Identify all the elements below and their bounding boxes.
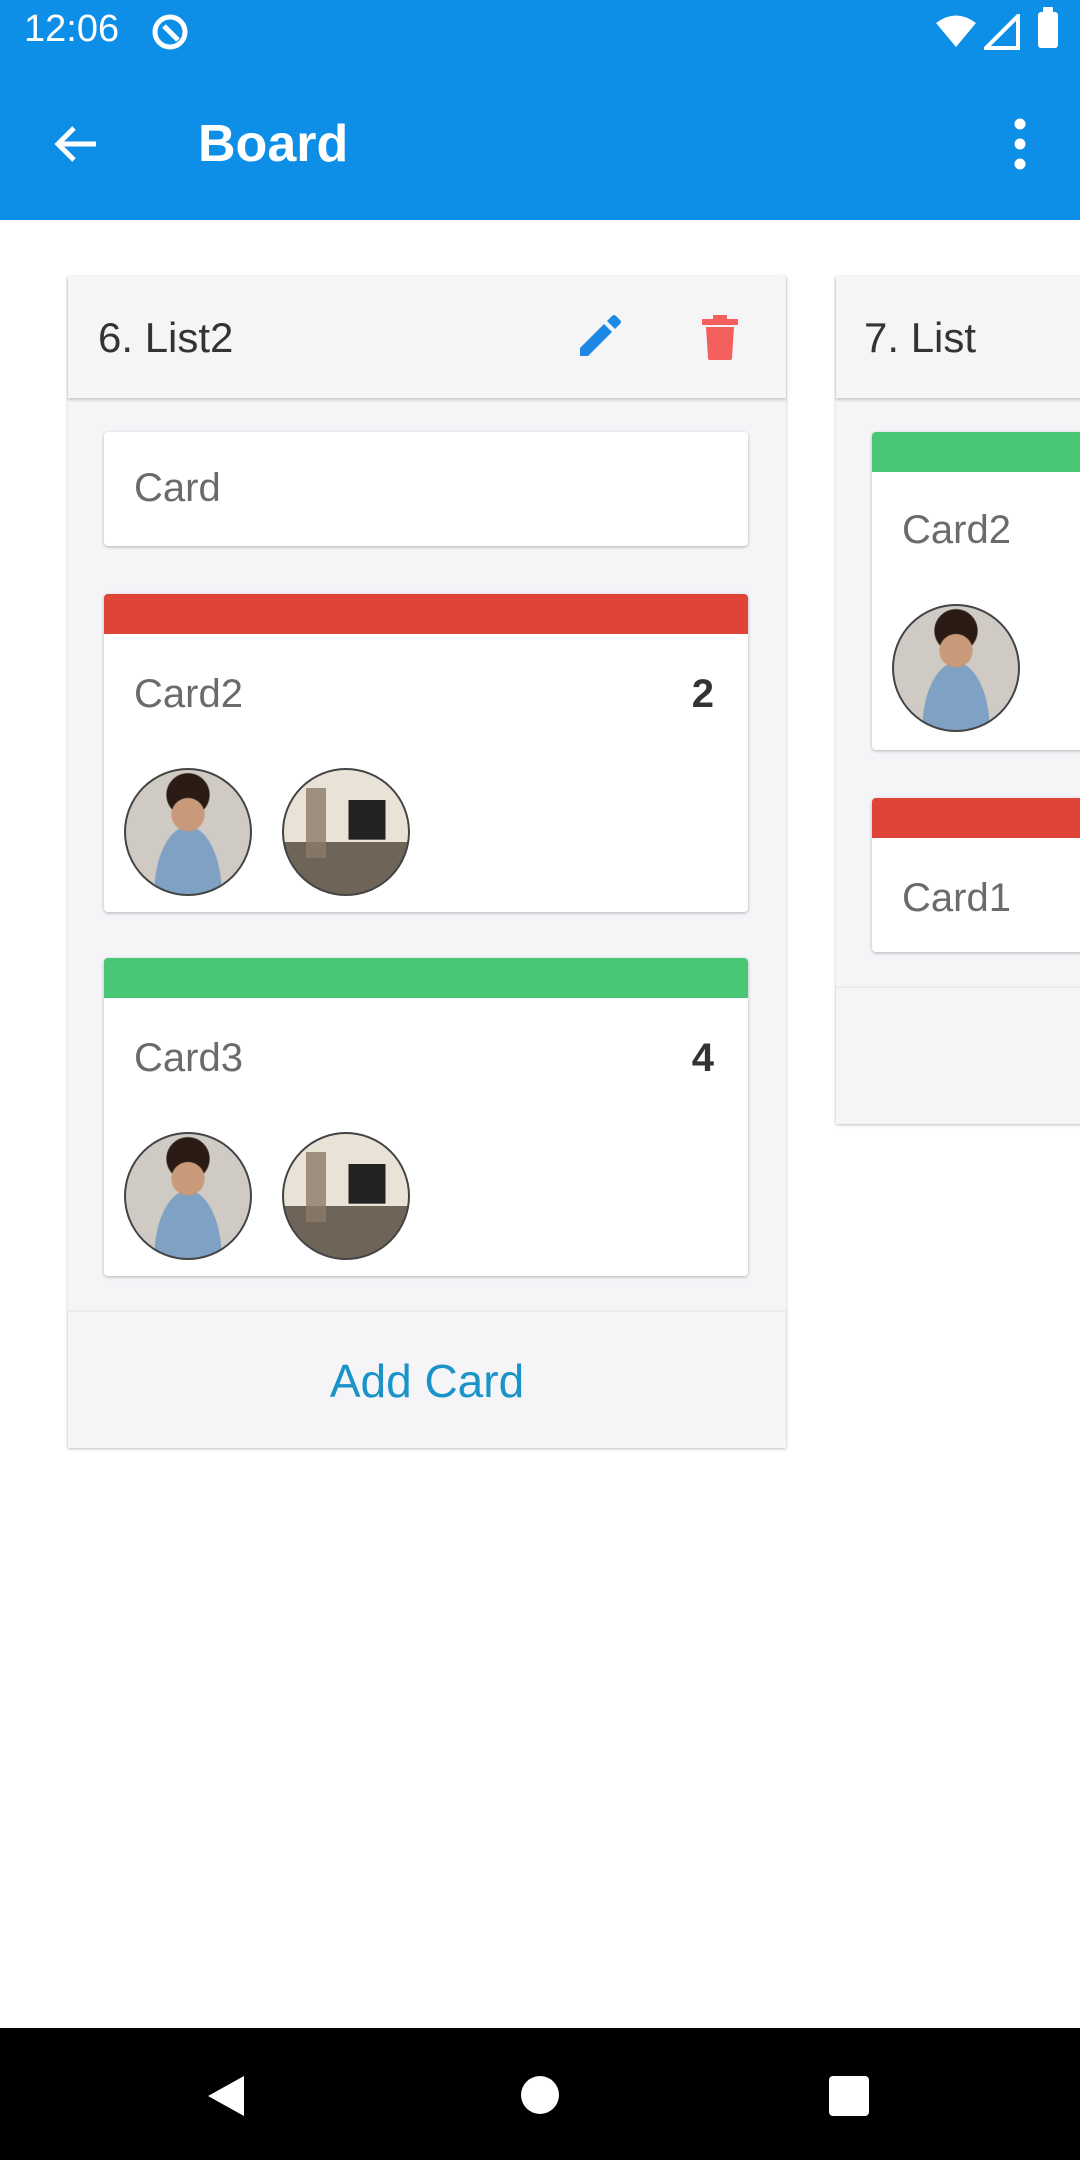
add-card-footer: Add Card — [68, 1312, 786, 1448]
list-header: 7. List — [836, 276, 1080, 398]
status-bar: 12:06 — [0, 0, 1080, 66]
card-title: Card2 — [134, 672, 243, 716]
at-sign-icon — [152, 14, 188, 50]
add-card-footer — [836, 988, 1080, 1124]
card-count: 2 — [691, 672, 714, 716]
nav-recents-icon[interactable] — [829, 2076, 869, 2116]
card-title: Card2 — [902, 508, 1011, 552]
card[interactable]: Card1 — [872, 798, 1080, 952]
card-label-bar — [872, 432, 1080, 472]
wifi-icon — [936, 15, 976, 47]
page-title: Board — [198, 115, 349, 173]
back-arrow-icon[interactable] — [52, 120, 100, 168]
avatar — [124, 1132, 252, 1260]
card-label-bar — [872, 798, 1080, 838]
new-card-placeholder: Card — [134, 466, 221, 510]
card-title: Card3 — [134, 1036, 243, 1080]
edit-pencil-icon[interactable] — [576, 314, 622, 360]
card[interactable]: Card2 2 — [104, 594, 748, 912]
card-title: Card1 — [902, 876, 1011, 920]
list-title: 7. List — [864, 314, 977, 361]
card-count: 4 — [691, 1036, 714, 1080]
new-card-input[interactable]: Card — [104, 432, 748, 546]
nav-back-icon[interactable] — [206, 2074, 246, 2118]
list-column: 6. List2 Card Card2 2 Card3 4 Add Card — [68, 276, 786, 1448]
add-card-button[interactable]: Add Card — [68, 1354, 786, 1408]
avatar — [282, 1132, 410, 1260]
cellular-icon — [984, 14, 1020, 50]
list-title: 6. List2 — [98, 314, 234, 361]
card-label-bar — [104, 594, 748, 634]
board[interactable]: 6. List2 Card Card2 2 Card3 4 Add Card 7… — [0, 220, 1080, 2028]
nav-home-icon[interactable] — [521, 2076, 559, 2114]
status-time: 12:06 — [24, 8, 120, 50]
card-label-bar — [104, 958, 748, 998]
list-header: 6. List2 — [68, 276, 786, 398]
trash-icon[interactable] — [700, 314, 740, 360]
app-bar: Board — [0, 66, 1080, 220]
avatar — [892, 604, 1020, 732]
avatar — [124, 768, 252, 896]
list-column: 7. List Card2 Card1 — [836, 276, 1080, 1124]
navigation-bar — [0, 2028, 1080, 2160]
card[interactable]: Card3 4 — [104, 958, 748, 1276]
avatar — [282, 768, 410, 896]
battery-icon — [1038, 7, 1058, 48]
card[interactable]: Card2 — [872, 432, 1080, 750]
more-vert-icon[interactable] — [1000, 116, 1040, 172]
